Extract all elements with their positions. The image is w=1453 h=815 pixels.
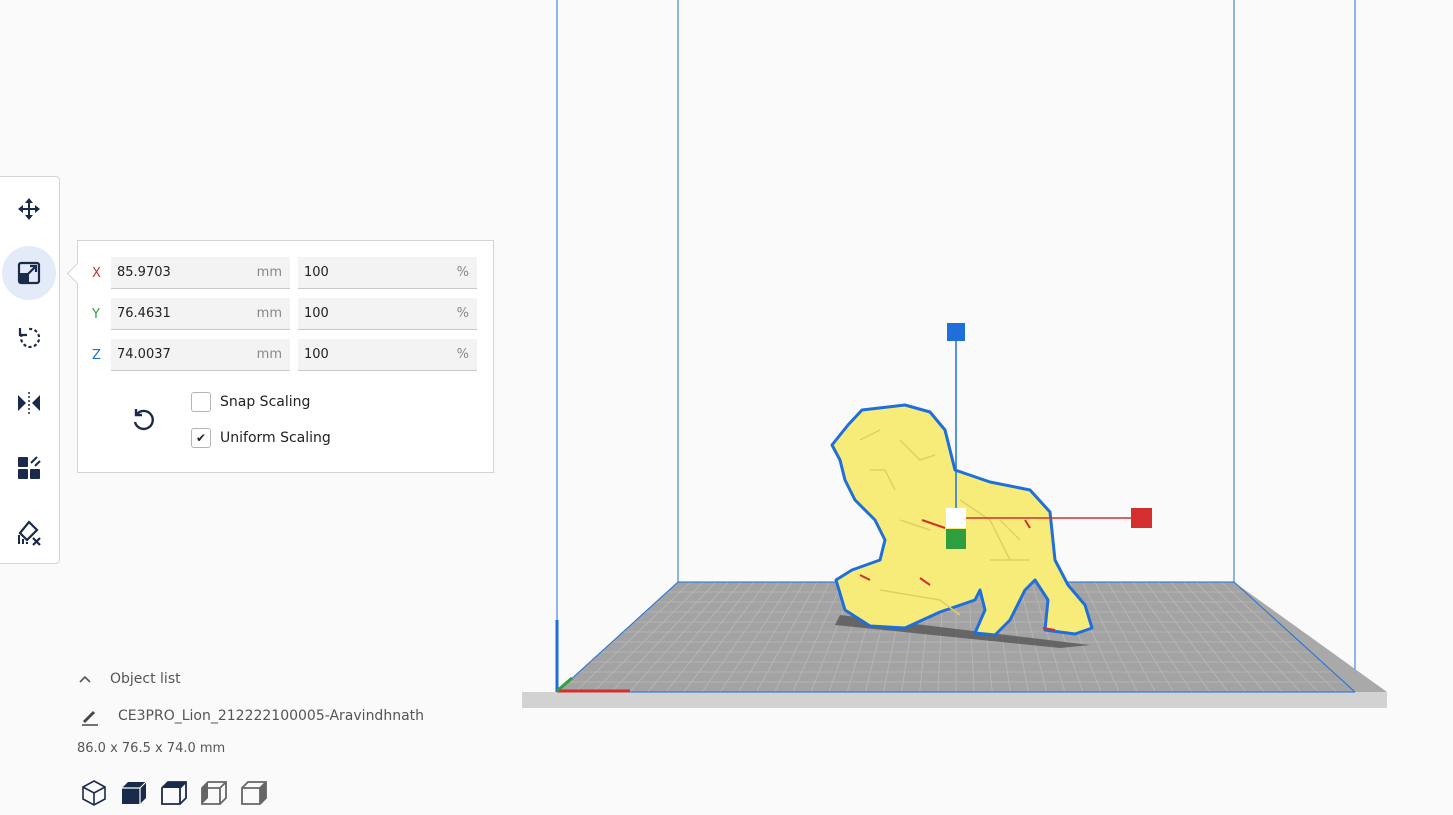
- z-percent-input[interactable]: 100 %: [298, 339, 477, 371]
- y-percent-input[interactable]: 100 %: [298, 298, 477, 330]
- y-mm-value: 76.4631: [117, 306, 171, 321]
- unit-percent: %: [456, 347, 469, 362]
- checkmark-icon: ✔: [195, 431, 207, 445]
- move-tool-button[interactable]: [2, 182, 56, 236]
- support-blocker-icon: [18, 520, 41, 546]
- rotate-icon: [18, 327, 41, 348]
- front-view-icon: [122, 781, 147, 804]
- object-list-title: Object list: [110, 671, 181, 687]
- right-view-button[interactable]: [238, 777, 270, 809]
- mirror-tool-button[interactable]: [2, 376, 56, 430]
- top-view-icon: [161, 781, 187, 805]
- uniform-scaling-checkbox[interactable]: ✔: [191, 428, 211, 448]
- reset-scale-button[interactable]: [128, 405, 158, 435]
- scale-row-z: Z 74.0037 mm 100 %: [78, 339, 493, 371]
- scale-tool-button[interactable]: [2, 246, 56, 300]
- axis-label-z: Z: [92, 348, 101, 363]
- object-name[interactable]: CE3PRO_Lion_212222100005-Aravindhnath: [118, 708, 424, 724]
- uniform-scaling-label: Uniform Scaling: [220, 430, 331, 446]
- right-view-icon: [241, 781, 267, 805]
- move-icon: [18, 198, 40, 220]
- scale-tool-panel: X 85.9703 mm 100 % Y 76.4631 mm 100 % Z …: [66, 240, 494, 473]
- view-orientation-bar: [78, 777, 278, 809]
- scale-handle-center[interactable]: [946, 508, 966, 528]
- snap-scaling-label: Snap Scaling: [220, 394, 311, 410]
- scale-icon: [17, 261, 41, 285]
- reset-icon: [133, 409, 154, 431]
- unit-percent: %: [456, 265, 469, 280]
- unit-percent: %: [456, 306, 469, 321]
- scale-handle-x[interactable]: [1131, 508, 1152, 528]
- unit-mm: mm: [256, 347, 282, 362]
- axis-label-x: X: [92, 266, 101, 281]
- z-percent-value: 100: [304, 347, 329, 362]
- object-dimensions: 86.0 x 76.5 x 74.0 mm: [77, 741, 226, 756]
- x-mm-input[interactable]: 85.9703 mm: [111, 257, 290, 289]
- top-view-button[interactable]: [158, 777, 190, 809]
- 3d-view-icon: [82, 780, 106, 806]
- scale-row-x: X 85.9703 mm 100 %: [78, 257, 493, 289]
- x-percent-input[interactable]: 100 %: [298, 257, 477, 289]
- scale-handle-z[interactable]: [947, 323, 965, 341]
- pencil-icon[interactable]: [80, 706, 100, 726]
- y-percent-value: 100: [304, 306, 329, 321]
- front-view-button[interactable]: [118, 777, 150, 809]
- left-view-button[interactable]: [198, 777, 230, 809]
- per-model-settings-button[interactable]: [2, 441, 56, 495]
- axis-label-y: Y: [92, 307, 100, 322]
- scale-handle-y[interactable]: [946, 529, 966, 549]
- left-view-icon: [201, 781, 227, 805]
- x-mm-value: 85.9703: [117, 265, 171, 280]
- chevron-up-icon: [79, 675, 91, 683]
- x-percent-value: 100: [304, 265, 329, 280]
- unit-mm: mm: [256, 265, 282, 280]
- per-model-settings-icon: [18, 456, 41, 479]
- unit-mm: mm: [256, 306, 282, 321]
- 3d-view-button[interactable]: [78, 777, 110, 809]
- scale-row-y: Y 76.4631 mm 100 %: [78, 298, 493, 330]
- support-blocker-button[interactable]: [2, 506, 56, 560]
- snap-scaling-checkbox[interactable]: [191, 392, 211, 412]
- z-mm-value: 74.0037: [117, 347, 171, 362]
- y-mm-input[interactable]: 76.4631 mm: [111, 298, 290, 330]
- mirror-icon: [18, 392, 40, 414]
- object-list-toggle[interactable]: Object list: [77, 668, 277, 692]
- z-mm-input[interactable]: 74.0037 mm: [111, 339, 290, 371]
- tool-toolbar: [0, 176, 60, 564]
- rotate-tool-button[interactable]: [2, 311, 56, 365]
